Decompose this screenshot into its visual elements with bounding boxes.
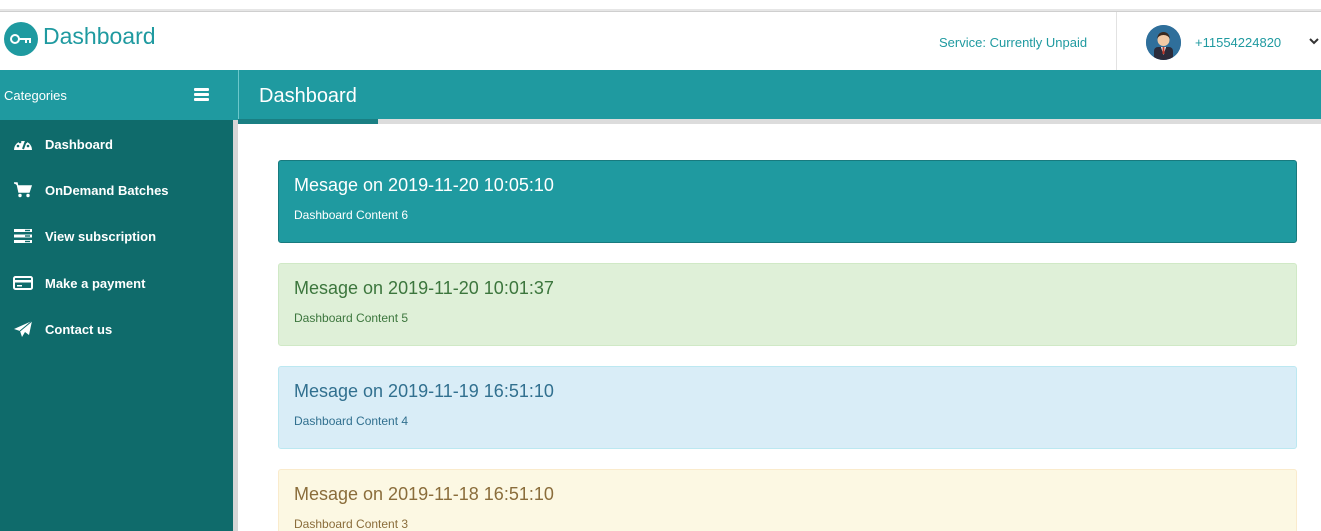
sidebar-item-contact-us[interactable]: Contact us xyxy=(0,309,233,349)
message-card: Mesage on 2019-11-19 16:51:10 Dashboard … xyxy=(278,366,1297,449)
shopping-cart-icon xyxy=(13,181,33,199)
sidebar-item-make-a-payment[interactable]: Make a payment xyxy=(0,263,233,303)
user-phone[interactable]: +11554224820 xyxy=(1195,35,1281,50)
brand-title: Dashboard xyxy=(43,22,156,49)
message-body: Dashboard Content 4 xyxy=(294,414,409,428)
avatar[interactable] xyxy=(1146,25,1181,60)
message-title: Mesage on 2019-11-20 10:01:37 xyxy=(294,278,554,298)
message-card: Mesage on 2019-11-18 16:51:10 Dashboard … xyxy=(278,469,1297,531)
message-card: Mesage on 2019-11-20 10:05:10 Dashboard … xyxy=(278,160,1297,243)
paper-plane-icon xyxy=(13,320,33,338)
header-divider xyxy=(1116,12,1117,70)
list-icon xyxy=(13,227,33,245)
message-title: Mesage on 2019-11-19 16:51:10 xyxy=(294,381,554,401)
message-body: Dashboard Content 5 xyxy=(294,311,409,325)
top-header: Dashboard Service: Currently Unpaid +115… xyxy=(0,12,1321,70)
sidebar: Dashboard OnDemand Batches View subscrip… xyxy=(0,120,233,531)
sidebar-item-label: Make a payment xyxy=(45,275,146,291)
main-content: Mesage on 2019-11-20 10:05:10 Dashboard … xyxy=(238,124,1321,531)
sidebar-item-view-subscription[interactable]: View subscription xyxy=(0,216,233,256)
message-title: Mesage on 2019-11-18 16:51:10 xyxy=(294,484,554,504)
message-title: Mesage on 2019-11-20 10:05:10 xyxy=(294,175,554,195)
brand[interactable]: Dashboard xyxy=(4,22,156,56)
categories-bar: Categories xyxy=(0,70,238,120)
sidebar-item-label: View subscription xyxy=(45,228,157,244)
credit-card-icon xyxy=(13,274,33,292)
hamburger-menu-icon[interactable] xyxy=(194,88,209,101)
speedometer-icon xyxy=(13,135,33,153)
message-body: Dashboard Content 3 xyxy=(294,517,409,531)
sidebar-item-ondemand-batches[interactable]: OnDemand Batches xyxy=(0,170,233,210)
message-body: Dashboard Content 6 xyxy=(294,208,409,222)
sidebar-item-label: Contact us xyxy=(45,321,113,337)
key-logo-icon xyxy=(4,22,38,56)
page-title: Dashboard xyxy=(259,85,357,107)
browser-top-border xyxy=(0,0,1321,12)
categories-label: Categories xyxy=(4,88,67,103)
page-title-bar: Dashboard xyxy=(238,70,1321,124)
chevron-down-icon[interactable] xyxy=(1308,34,1320,46)
sidebar-item-label: OnDemand Batches xyxy=(45,182,169,198)
sidebar-item-dashboard[interactable]: Dashboard xyxy=(0,124,233,164)
sidebar-item-label: Dashboard xyxy=(45,136,113,152)
service-status: Service: Currently Unpaid xyxy=(939,35,1088,50)
message-card: Mesage on 2019-11-20 10:01:37 Dashboard … xyxy=(278,263,1297,346)
